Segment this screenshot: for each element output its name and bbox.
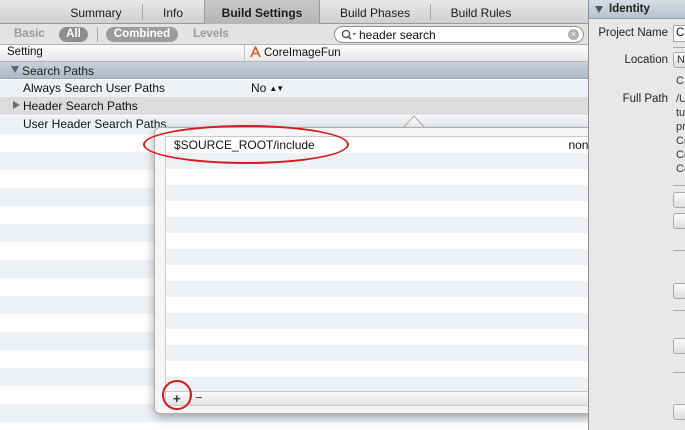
divider <box>673 47 685 48</box>
inspector-button[interactable] <box>673 192 685 208</box>
column-setting[interactable]: Setting <box>7 46 43 58</box>
tab-build-settings[interactable]: Build Settings <box>204 0 320 24</box>
full-path-line: Co <box>676 163 685 175</box>
filter-levels[interactable]: Levels <box>193 27 229 42</box>
inspector-button[interactable] <box>673 283 685 299</box>
disclosure-open-icon[interactable] <box>595 6 603 13</box>
search-icon[interactable] <box>341 29 357 41</box>
tab-summary[interactable]: Summary <box>50 0 142 24</box>
xcode-target-icon <box>250 46 261 58</box>
column-divider <box>244 45 245 61</box>
clear-icon[interactable]: × <box>568 29 579 40</box>
inspector-checkbox[interactable] <box>673 338 685 354</box>
search-field[interactable]: × <box>334 26 584 43</box>
divider <box>673 310 685 311</box>
inspector-button[interactable] <box>673 213 685 229</box>
setting-row-always-search-user-paths[interactable]: Always Search User Paths No ▲▼ <box>0 79 588 97</box>
column-header: Setting CoreImageFun <box>0 45 588 62</box>
tab-info[interactable]: Info <box>142 0 204 24</box>
filter-combined[interactable]: Combined <box>106 27 178 42</box>
setting-value-popup[interactable]: No ▲▼ <box>251 81 284 95</box>
full-path-line: /U <box>676 93 685 105</box>
filter-all[interactable]: All <box>59 27 88 42</box>
tab-build-phases[interactable]: Build Phases <box>320 0 430 24</box>
disclosure-closed-icon[interactable] <box>13 101 20 109</box>
setting-name: User Header Search Paths <box>23 117 167 131</box>
setting-name: Header Search Paths <box>23 99 138 113</box>
editor-tab-bar: Summary Info Build Settings Build Phases… <box>0 0 588 24</box>
identity-section-header[interactable]: Identity <box>589 0 685 19</box>
setting-value: No <box>251 81 267 95</box>
identity-title: Identity <box>609 3 650 15</box>
divider <box>673 250 685 251</box>
setting-row-header-search-paths[interactable]: Header Search Paths <box>0 97 588 115</box>
location-popup[interactable]: N <box>673 52 685 68</box>
full-path-line: C <box>676 75 684 87</box>
library-selector[interactable] <box>673 404 685 420</box>
filter-bar: Basic All Combined Levels × <box>0 24 588 45</box>
divider <box>673 372 685 373</box>
column-target[interactable]: CoreImageFun <box>250 46 341 59</box>
tab-build-rules[interactable]: Build Rules <box>430 0 532 24</box>
updown-arrows-icon: ▲▼ <box>269 84 284 93</box>
annotation-ellipse-path <box>143 125 349 164</box>
full-path-line: Co <box>676 149 685 161</box>
disclosure-open-icon[interactable] <box>11 66 19 73</box>
filter-separator <box>97 27 98 42</box>
full-path-label: Full Path <box>622 93 668 105</box>
group-title: Search Paths <box>22 64 95 78</box>
setting-name: Always Search User Paths <box>23 81 166 95</box>
full-path-line: tu <box>676 107 685 119</box>
full-path-line: pr <box>676 121 685 133</box>
search-input[interactable] <box>359 27 564 42</box>
annotation-ellipse-add <box>162 380 192 410</box>
column-target-label: CoreImageFun <box>264 47 341 59</box>
location-label: Location <box>624 54 668 66</box>
remove-path-button[interactable]: − <box>195 390 203 405</box>
project-name-field[interactable]: C <box>673 25 685 42</box>
identity-inspector: Identity Project Name C Location N C Ful… <box>588 0 685 430</box>
project-name-label: Project Name <box>598 27 668 39</box>
group-header-search-paths[interactable]: Search Paths <box>0 62 588 79</box>
filter-basic[interactable]: Basic <box>14 27 45 42</box>
divider <box>673 185 685 186</box>
full-path-line: Co <box>676 135 685 147</box>
